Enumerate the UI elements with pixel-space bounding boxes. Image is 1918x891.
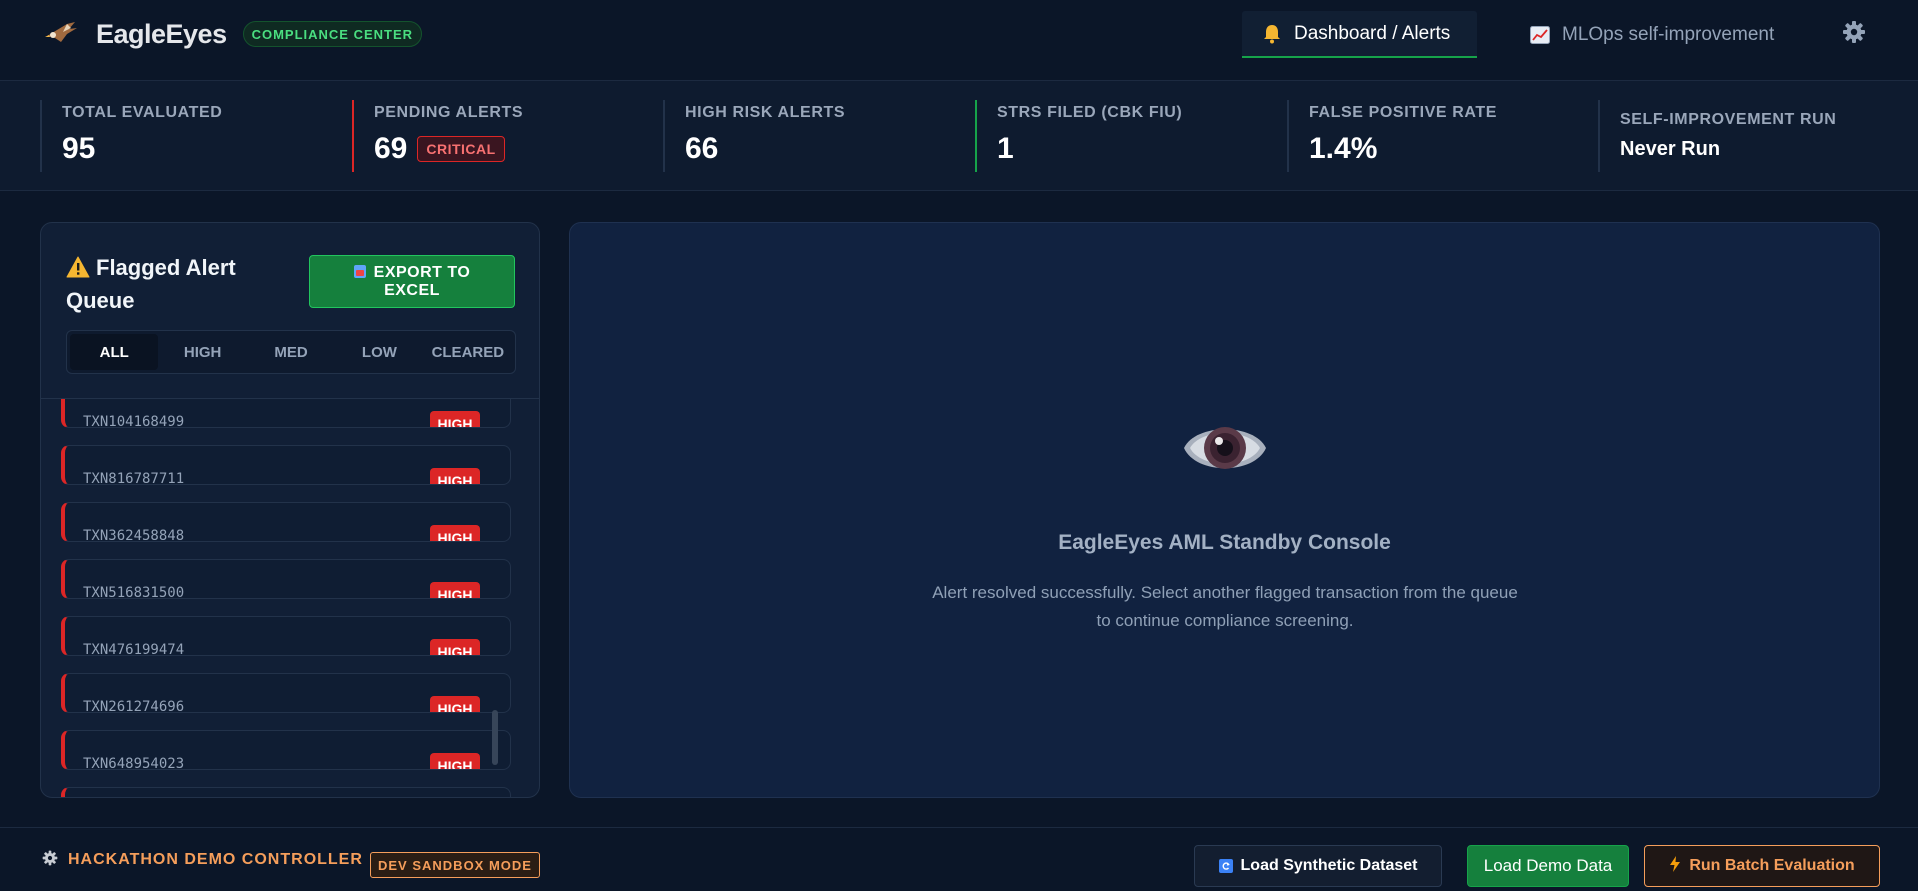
transaction-id: TXN104168499 bbox=[83, 414, 185, 428]
dev-sandbox-badge: DEV SANDBOX MODE bbox=[370, 852, 540, 878]
critical-badge: CRITICAL bbox=[417, 136, 505, 162]
stat-value: 66 bbox=[685, 132, 943, 166]
risk-badge-high: HIGH bbox=[430, 411, 480, 427]
eagle-logo-icon bbox=[44, 18, 80, 50]
alert-list-item[interactable]: TXN648954023 HIGH bbox=[61, 730, 511, 770]
tab-mlops[interactable]: MLOps self-improvement bbox=[1510, 11, 1794, 58]
stat-value: 95 bbox=[62, 132, 320, 166]
standby-message: Alert resolved successfully. Select anot… bbox=[932, 583, 1518, 630]
filter-med[interactable]: MED bbox=[247, 334, 335, 370]
flagged-alert-queue: Flagged Alert Queue EXPORT TO EXCEL ALL … bbox=[40, 222, 540, 798]
tab-dashboard-alerts[interactable]: Dashboard / Alerts bbox=[1242, 11, 1477, 58]
stat-number: 95 bbox=[62, 132, 96, 165]
stat-number: 66 bbox=[685, 132, 719, 165]
tab-mlops-label: MLOps self-improvement bbox=[1562, 23, 1775, 45]
export-label: EXPORT TO EXCEL bbox=[330, 264, 494, 300]
queue-header: Flagged Alert Queue EXPORT TO EXCEL ALL … bbox=[41, 223, 539, 398]
stat-total-evaluated: TOTAL EVALUATED 95 bbox=[40, 100, 320, 172]
alert-list-item[interactable]: TXN516831500 HIGH bbox=[61, 559, 511, 599]
warning-icon bbox=[66, 254, 90, 278]
alert-list-item[interactable]: TXN816787711 HIGH bbox=[61, 445, 511, 485]
transaction-id: TXN261274696 bbox=[83, 699, 185, 713]
risk-badge-high: HIGH bbox=[430, 753, 480, 769]
lightning-icon bbox=[1669, 855, 1681, 877]
queue-title: Flagged Alert Queue bbox=[66, 251, 256, 317]
stat-number: 69 bbox=[374, 132, 408, 165]
stat-label: FALSE POSITIVE RATE bbox=[1309, 104, 1498, 121]
eye-icon bbox=[1182, 413, 1268, 483]
stat-label: TOTAL EVALUATED bbox=[62, 104, 223, 121]
filter-all[interactable]: ALL bbox=[70, 334, 159, 370]
stat-strs-filed: STRS FILED (CBK FIU) 1 bbox=[975, 100, 1255, 172]
demo-controller-text: HACKATHON DEMO CONTROLLER bbox=[68, 851, 363, 868]
alert-list[interactable]: TXN104168499 HIGH TXN816787711 HIGH TXN3… bbox=[41, 399, 539, 797]
stat-value: Never Run bbox=[1620, 138, 1888, 161]
stat-false-positive-rate: FALSE POSITIVE RATE 1.4% bbox=[1287, 100, 1567, 172]
standby-title: EagleEyes AML Standby Console bbox=[1058, 531, 1391, 554]
load-synthetic-label: Load Synthetic Dataset bbox=[1240, 857, 1418, 874]
queue-scrollbar-thumb[interactable] bbox=[492, 710, 498, 765]
load-synthetic-dataset-button[interactable]: Load Synthetic Dataset bbox=[1194, 845, 1442, 887]
risk-badge-high: HIGH bbox=[430, 468, 480, 484]
stat-label: PENDING ALERTS bbox=[374, 104, 524, 121]
standby-console: EagleEyes AML Standby Console Alert reso… bbox=[569, 222, 1880, 798]
alert-list-item[interactable]: TXN261274696 HIGH bbox=[61, 673, 511, 713]
risk-badge-high: HIGH bbox=[430, 582, 480, 598]
load-demo-label: Load Demo Data bbox=[1483, 856, 1613, 875]
bell-icon bbox=[1262, 24, 1282, 44]
transaction-id: TXN816787711 bbox=[83, 471, 185, 485]
brand-name: EagleEyes bbox=[96, 18, 227, 49]
stat-pending-alerts: PENDING ALERTS 69 CRITICAL bbox=[352, 100, 632, 172]
stat-value: 1 bbox=[997, 132, 1255, 166]
run-batch-evaluation-button[interactable]: Run Batch Evaluation bbox=[1644, 845, 1880, 887]
alert-list-item[interactable]: TXN476199474 HIGH bbox=[61, 616, 511, 656]
run-batch-label: Run Batch Evaluation bbox=[1689, 857, 1855, 874]
stat-label: SELF-IMPROVEMENT RUN bbox=[1620, 111, 1837, 128]
brand: EagleEyes COMPLIANCE CENTER bbox=[44, 14, 423, 54]
chart-icon bbox=[1530, 25, 1550, 45]
stat-label: HIGH RISK ALERTS bbox=[685, 104, 846, 121]
filter-high[interactable]: HIGH bbox=[158, 334, 246, 370]
demo-controller-footer: HACKATHON DEMO CONTROLLER DEV SANDBOX MO… bbox=[0, 827, 1918, 891]
queue-title-text: Flagged Alert Queue bbox=[66, 255, 236, 313]
stat-label: STRS FILED (CBK FIU) bbox=[997, 104, 1183, 121]
filter-low[interactable]: LOW bbox=[335, 334, 423, 370]
filter-cleared[interactable]: CLEARED bbox=[424, 334, 512, 370]
tab-dashboard-alerts-label: Dashboard / Alerts bbox=[1294, 22, 1451, 44]
risk-badge-high: HIGH bbox=[430, 639, 480, 655]
refresh-icon bbox=[1218, 859, 1233, 873]
transaction-id: TXN648954023 bbox=[83, 756, 185, 770]
compliance-center-badge: COMPLIANCE CENTER bbox=[242, 21, 423, 47]
stat-high-risk-alerts: HIGH RISK ALERTS 66 bbox=[663, 100, 943, 172]
export-label-text: EXPORT TO EXCEL bbox=[373, 263, 471, 299]
risk-filter-tabs: ALL HIGH MED LOW CLEARED bbox=[66, 330, 516, 374]
transaction-id: TXN362458848 bbox=[83, 528, 185, 542]
stat-number: Never Run bbox=[1620, 138, 1721, 160]
alert-list-item[interactable]: TXN104168499 HIGH bbox=[61, 399, 511, 428]
export-to-excel-button[interactable]: EXPORT TO EXCEL bbox=[309, 255, 515, 308]
stat-value: 1.4% bbox=[1309, 132, 1567, 166]
stat-number: 1.4% bbox=[1309, 132, 1378, 165]
cog-icon bbox=[42, 850, 58, 871]
stat-value: 69 CRITICAL bbox=[374, 132, 632, 166]
alert-list-item-partial[interactable] bbox=[61, 787, 511, 797]
transaction-id: TXN516831500 bbox=[83, 585, 185, 599]
stat-number: 1 bbox=[997, 132, 1014, 165]
settings-button[interactable] bbox=[1840, 20, 1868, 48]
risk-badge-high: HIGH bbox=[430, 696, 480, 712]
stats-bar: TOTAL EVALUATED 95 PENDING ALERTS 69 CRI… bbox=[0, 81, 1918, 191]
queue-scrollbar-track[interactable] bbox=[531, 399, 539, 797]
gear-icon bbox=[1842, 20, 1866, 49]
transaction-id: TXN476199474 bbox=[83, 642, 185, 656]
risk-badge-high: HIGH bbox=[430, 525, 480, 541]
load-demo-data-button[interactable]: Load Demo Data bbox=[1467, 845, 1629, 887]
top-header: EagleEyes COMPLIANCE CENTER Dashboard / … bbox=[0, 0, 1918, 81]
demo-controller-label: HACKATHON DEMO CONTROLLER bbox=[42, 847, 363, 873]
alert-list-item[interactable]: TXN362458848 HIGH bbox=[61, 502, 511, 542]
stat-self-improvement-run: SELF-IMPROVEMENT RUN Never Run bbox=[1598, 100, 1888, 172]
spreadsheet-icon bbox=[353, 264, 366, 278]
